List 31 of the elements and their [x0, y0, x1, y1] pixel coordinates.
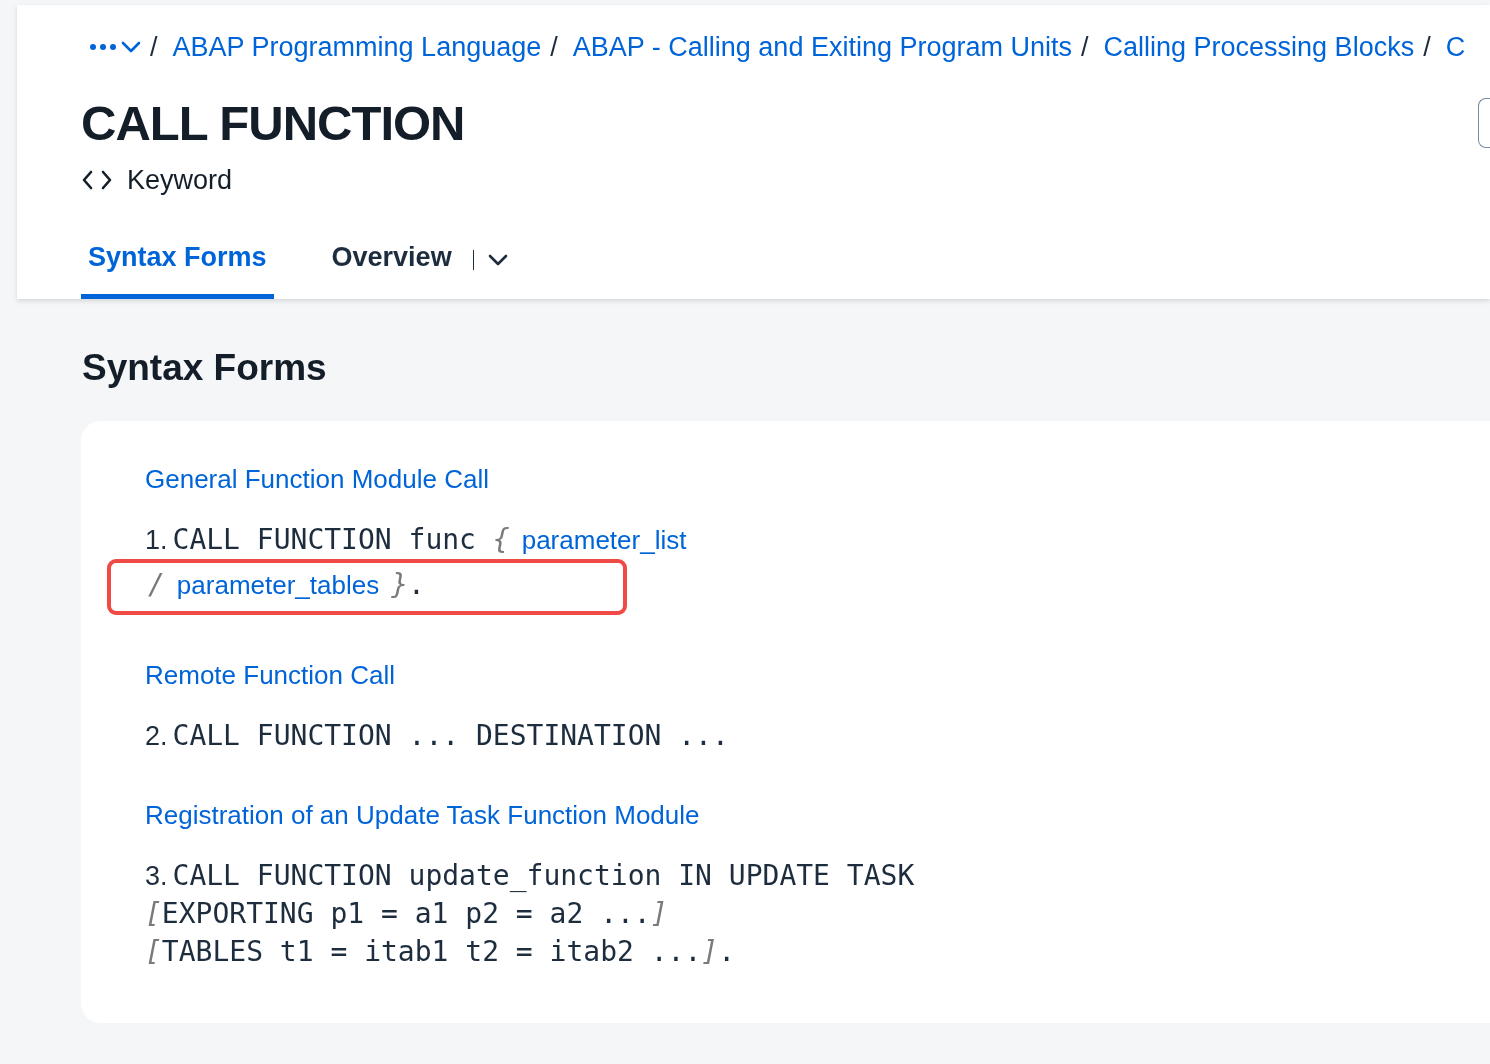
code-line: 2. CALL FUNCTION ... DESTINATION ...	[145, 718, 729, 754]
breadcrumb-separator: /	[150, 31, 158, 63]
parameter-link[interactable]: parameter_tables	[176, 570, 380, 600]
syntax-form-link[interactable]: General Function Module Call	[145, 461, 489, 497]
breadcrumb-link[interactable]: ABAP Programming Language	[172, 31, 542, 63]
tab[interactable]: Syntax Forms	[81, 220, 274, 299]
breadcrumb-link[interactable]: Calling Processing Blocks	[1103, 31, 1415, 63]
breadcrumb-separator: /	[1423, 31, 1431, 63]
code-line: [EXPORTING p1 = a1 p2 = a2 ...]	[145, 896, 668, 932]
breadcrumb-link[interactable]: C	[1445, 31, 1466, 63]
more-icon	[90, 44, 116, 50]
syntax-form-link[interactable]: Remote Function Call	[145, 657, 395, 693]
breadcrumb-overflow-button[interactable]	[90, 41, 141, 53]
code-line: 1. CALL FUNCTION func { parameter_list	[145, 522, 688, 558]
breadcrumb-separator: /	[1081, 31, 1089, 63]
page-title: CALL FUNCTION	[81, 95, 465, 152]
breadcrumb-link[interactable]: ABAP - Calling and Exiting Program Units	[572, 31, 1072, 63]
code-line: [TABLES t1 = itab1 t2 = itab2 ...].	[145, 934, 735, 970]
code-line: / parameter_tables }.	[148, 567, 426, 603]
syntax-form-link[interactable]: Registration of an Update Task Function Module	[145, 797, 700, 833]
page-type: Keyword	[127, 164, 233, 196]
chevron-down-icon	[121, 41, 141, 53]
toolbar-button[interactable]	[1478, 98, 1490, 148]
breadcrumb-separator: /	[550, 31, 558, 63]
chevron-down-icon	[488, 253, 509, 266]
section-heading: Syntax Forms	[82, 346, 327, 390]
tab-menu-button[interactable]	[488, 253, 509, 266]
tab[interactable]: Overview	[324, 220, 459, 299]
parameter-link[interactable]: parameter_list	[521, 525, 687, 555]
code-icon	[81, 169, 113, 191]
code-line: 3. CALL FUNCTION update_function IN UPDATE TASK	[145, 858, 915, 894]
